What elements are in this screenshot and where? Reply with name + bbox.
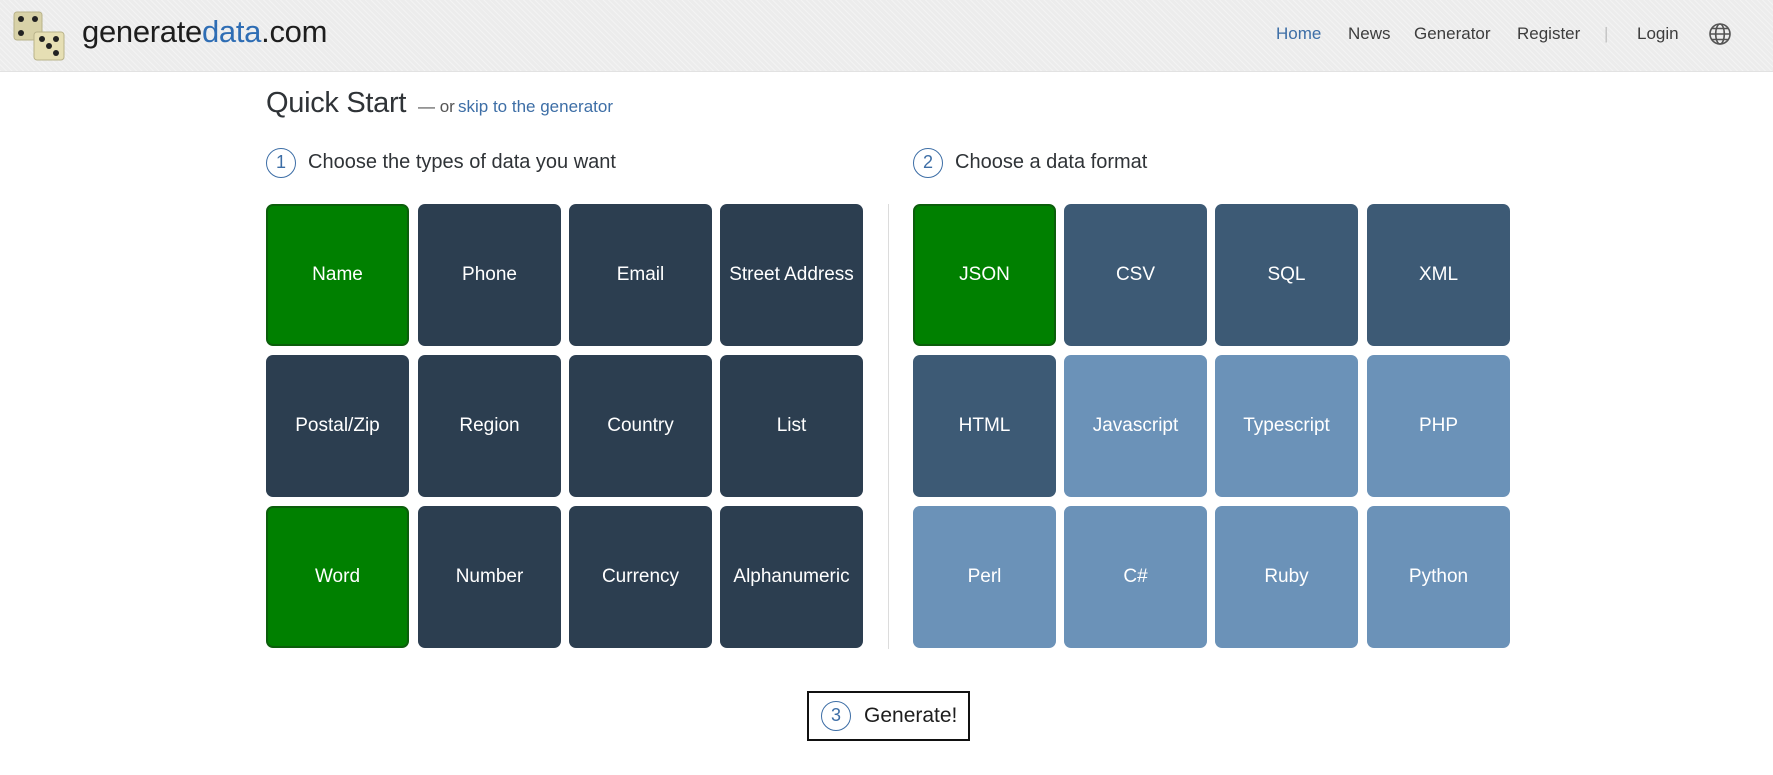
format-perl-tile[interactable]: Perl	[913, 506, 1056, 648]
format-csv-tile[interactable]: CSV	[1064, 204, 1207, 346]
generate-button-label: Generate!	[864, 704, 958, 727]
brand-part-com: .com	[261, 14, 328, 49]
step-1-label: Choose the types of data you want	[308, 151, 616, 173]
format-typescript-tile[interactable]: Typescript	[1215, 355, 1358, 497]
brand-part-generate: generate	[82, 14, 202, 49]
generate-button[interactable]: 3 Generate!	[807, 691, 970, 741]
nav-separator: |	[1604, 24, 1609, 43]
globe-icon[interactable]	[1708, 22, 1732, 46]
format-python-tile[interactable]: Python	[1367, 506, 1510, 648]
format-csharp-tile[interactable]: C#	[1064, 506, 1207, 648]
page-title: Quick Start	[266, 87, 407, 119]
site-brand[interactable]: generatedata.com	[82, 14, 327, 50]
format-javascript-tile[interactable]: Javascript	[1064, 355, 1207, 497]
column-divider	[888, 204, 889, 649]
title-subtitle: — or	[418, 97, 455, 116]
step-2-label: Choose a data format	[955, 151, 1148, 173]
step-1-number: 1	[266, 148, 296, 178]
data-type-country-tile[interactable]: Country	[569, 355, 712, 497]
step-3-number: 3	[821, 701, 851, 731]
data-type-alphanumeric-tile[interactable]: Alphanumeric	[720, 506, 863, 648]
step-2-number: 2	[913, 148, 943, 178]
nav-login[interactable]: Login	[1637, 24, 1679, 44]
data-type-email-tile[interactable]: Email	[569, 204, 712, 346]
nav-news[interactable]: News	[1348, 24, 1391, 44]
nav-generator[interactable]: Generator	[1414, 24, 1491, 44]
data-type-word-tile[interactable]: Word	[266, 506, 409, 648]
format-php-tile[interactable]: PHP	[1367, 355, 1510, 497]
skip-to-generator-link[interactable]: skip to the generator	[458, 97, 613, 117]
nav-home[interactable]: Home	[1276, 24, 1321, 44]
dice-logo-icon[interactable]	[12, 10, 66, 62]
format-ruby-tile[interactable]: Ruby	[1215, 506, 1358, 648]
format-json-tile[interactable]: JSON	[913, 204, 1056, 346]
format-sql-tile[interactable]: SQL	[1215, 204, 1358, 346]
format-html-tile[interactable]: HTML	[913, 355, 1056, 497]
brand-part-data: data	[201, 14, 262, 49]
data-type-name-tile[interactable]: Name	[266, 204, 409, 346]
data-type-region-tile[interactable]: Region	[418, 355, 561, 497]
data-type-number-tile[interactable]: Number	[418, 506, 561, 648]
data-type-list-tile[interactable]: List	[720, 355, 863, 497]
format-xml-tile[interactable]: XML	[1367, 204, 1510, 346]
data-type-currency-tile[interactable]: Currency	[569, 506, 712, 648]
site-header: generatedata.com Home News Generator Reg…	[0, 0, 1773, 72]
nav-register[interactable]: Register	[1517, 24, 1580, 44]
data-type-phone-tile[interactable]: Phone	[418, 204, 561, 346]
data-type-street-address-tile[interactable]: Street Address	[720, 204, 863, 346]
data-type-postal-zip-tile[interactable]: Postal/Zip	[266, 355, 409, 497]
